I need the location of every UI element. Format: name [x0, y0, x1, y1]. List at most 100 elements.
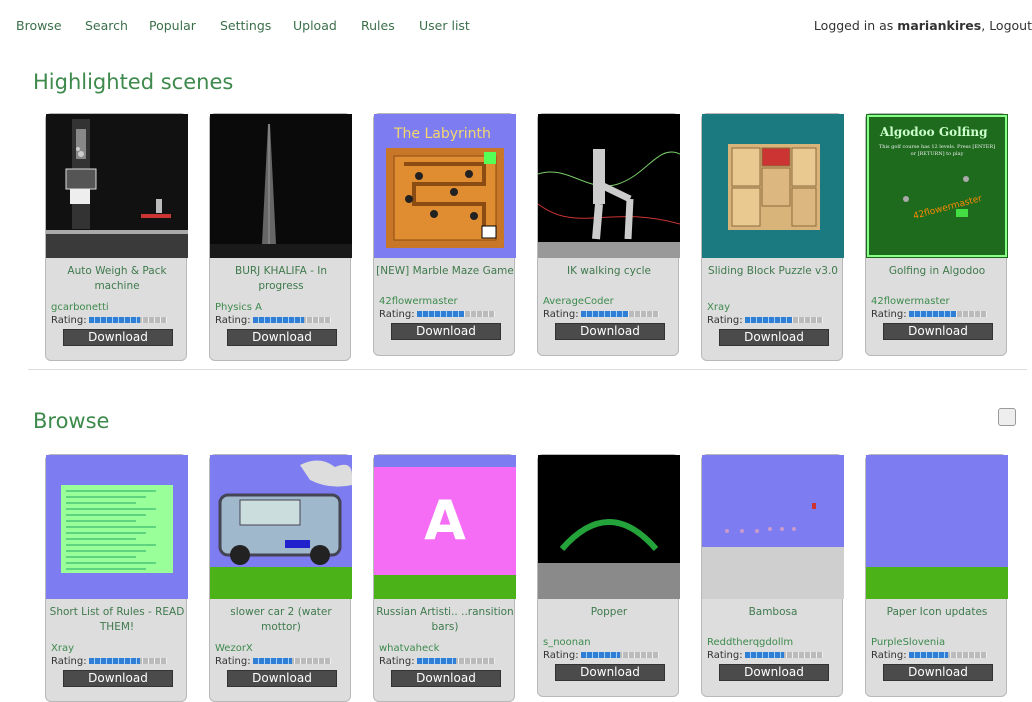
scene-author-link[interactable]: PurpleSlovenia	[871, 637, 945, 648]
highlighted-scene-card[interactable]: Sliding Block Puzzle v3.0 Xray Rating: Down…	[701, 113, 844, 361]
highlighted-scene-card[interactable]: BURJ KHALIFA - In progress Physics A Ratin…	[209, 113, 352, 361]
scene-title-link[interactable]: Paper Icon updates	[868, 605, 1006, 620]
nav-upload[interactable]: Upload	[293, 18, 337, 33]
rating-bar[interactable]	[744, 652, 823, 658]
rating-bar[interactable]	[744, 317, 823, 323]
scene-author-link[interactable]: 42flowermaster	[379, 296, 458, 307]
rating-bar[interactable]	[416, 311, 495, 317]
rating-bar-fill	[88, 317, 140, 323]
download-button[interactable]: Download	[227, 329, 337, 346]
download-button[interactable]: Download	[63, 670, 173, 687]
nav-popular[interactable]: Popular	[149, 18, 196, 33]
rating-label: Rating:	[51, 656, 87, 667]
download-button[interactable]: Download	[391, 323, 501, 340]
nav-search[interactable]: Search	[85, 18, 128, 33]
scene-title-link[interactable]: Bambosa	[704, 605, 842, 620]
scene-title-link[interactable]: Sliding Block Puzzle v3.0	[704, 264, 842, 279]
highlighted-scene-card[interactable]: Auto Weigh & Pack machine gcarbonetti Rati…	[45, 113, 188, 361]
top-navigation: Browse Search Popular Settings Upload Ru…	[0, 0, 1032, 50]
logout-link[interactable]: Logout	[989, 18, 1032, 33]
rating-bar[interactable]	[252, 317, 331, 323]
rating-bar-fill	[88, 658, 140, 664]
nav-settings[interactable]: Settings	[220, 18, 271, 33]
scene-author-link[interactable]: Reddtherqgdollm	[707, 637, 793, 648]
download-button[interactable]: Download	[63, 329, 173, 346]
nav-user-list[interactable]: User list	[419, 18, 470, 33]
scene-author-link[interactable]: 42flowermaster	[871, 296, 950, 307]
browse-checkbox[interactable]	[998, 408, 1016, 426]
login-prefix: Logged in as	[813, 18, 898, 33]
download-button[interactable]: Download	[719, 664, 829, 681]
rating-label: Rating:	[871, 309, 907, 320]
scene-title-link[interactable]: Popper	[540, 605, 678, 620]
scene-rating: Rating:	[379, 656, 495, 667]
download-button[interactable]: Download	[391, 670, 501, 687]
scene-thumbnail[interactable]	[210, 114, 352, 258]
rating-bar[interactable]	[580, 311, 659, 317]
rating-bar-fill	[908, 652, 948, 658]
scene-thumbnail[interactable]	[866, 455, 1008, 599]
scene-title-link[interactable]: [NEW] Marble Maze Game	[376, 264, 514, 279]
maze-thumb-title: The Labyrinth	[393, 126, 491, 142]
scene-author-link[interactable]: s_noonan	[543, 637, 591, 648]
scene-thumbnail[interactable]: Algodoo Golfing This golf course has 12 …	[866, 114, 1008, 258]
scene-title-link[interactable]: Russian Artisti.. ..ransition bars)	[376, 605, 514, 635]
nav-rules[interactable]: Rules	[361, 18, 395, 33]
scene-rating: Rating:	[51, 656, 167, 667]
scene-author-link[interactable]: AverageCoder	[543, 296, 614, 307]
download-button[interactable]: Download	[555, 664, 665, 681]
scene-author-link[interactable]: Physics A	[215, 302, 262, 313]
rating-bar-fill	[252, 317, 304, 323]
rating-bar-fill	[416, 311, 464, 317]
browse-scene-card[interactable]: slower car 2 (water mottor) WezorX Rating:…	[209, 454, 352, 702]
rating-bar[interactable]	[580, 652, 659, 658]
username-link[interactable]: mariankires	[897, 18, 981, 33]
scene-thumbnail[interactable]: A	[374, 455, 516, 599]
scene-author-link[interactable]: Xray	[51, 643, 74, 654]
scene-rating: Rating:	[871, 650, 987, 661]
browse-scene-card[interactable]: Popper s_noonan Rating: Download	[537, 454, 680, 697]
scene-thumbnail[interactable]: The Labyrinth	[374, 114, 516, 258]
scene-title-link[interactable]: BURJ KHALIFA - In progress	[212, 264, 350, 294]
download-button[interactable]: Download	[883, 664, 993, 681]
rating-label: Rating:	[707, 315, 743, 326]
download-button[interactable]: Download	[227, 670, 337, 687]
scene-rating: Rating:	[215, 315, 331, 326]
rating-bar[interactable]	[252, 658, 331, 664]
scene-thumbnail[interactable]	[46, 455, 188, 599]
section-divider	[28, 369, 1027, 370]
rating-bar[interactable]	[88, 658, 167, 664]
scene-thumbnail[interactable]	[46, 114, 188, 258]
scene-author-link[interactable]: WezorX	[215, 643, 253, 654]
scene-rating: Rating:	[51, 315, 167, 326]
scene-thumbnail[interactable]	[702, 455, 844, 599]
browse-scene-card[interactable]: Bambosa Reddtherqgdollm Rating: Download	[701, 454, 844, 697]
scene-thumbnail[interactable]	[702, 114, 844, 258]
scene-title-link[interactable]: Short List of Rules - READ THEM!	[48, 605, 186, 635]
download-button[interactable]: Download	[555, 323, 665, 340]
rating-bar[interactable]	[908, 311, 987, 317]
nav-browse[interactable]: Browse	[16, 18, 62, 33]
scene-author-link[interactable]: Xray	[707, 302, 730, 313]
highlighted-scene-card[interactable]: IK walking cycle AverageCoder Rating: Downl…	[537, 113, 680, 356]
scene-author-link[interactable]: whatvaheck	[379, 643, 439, 654]
browse-scene-card[interactable]: Paper Icon updates PurpleSlovenia Rating: D…	[865, 454, 1008, 697]
browse-scene-card[interactable]: Short List of Rules - READ THEM! Xray Rati…	[45, 454, 188, 702]
scene-title-link[interactable]: slower car 2 (water mottor)	[212, 605, 350, 635]
scene-thumbnail[interactable]	[538, 114, 680, 258]
rating-bar-fill	[744, 317, 792, 323]
download-button[interactable]: Download	[883, 323, 993, 340]
download-button[interactable]: Download	[719, 329, 829, 346]
scene-title-link[interactable]: Auto Weigh & Pack machine	[48, 264, 186, 294]
scene-thumbnail[interactable]	[538, 455, 680, 599]
rating-bar[interactable]	[88, 317, 167, 323]
rating-bar[interactable]	[416, 658, 495, 664]
highlighted-scene-card[interactable]: The Labyrinth [NEW] Marble Maze Game 42fl…	[373, 113, 516, 356]
scene-title-link[interactable]: IK walking cycle	[540, 264, 678, 279]
scene-title-link[interactable]: Golfing in Algodoo	[868, 264, 1006, 279]
rating-bar[interactable]	[908, 652, 987, 658]
scene-author-link[interactable]: gcarbonetti	[51, 302, 109, 313]
scene-thumbnail[interactable]	[210, 455, 352, 599]
highlighted-scene-card[interactable]: Algodoo Golfing This golf course has 12 …	[865, 113, 1008, 356]
browse-scene-card[interactable]: A Russian Artisti.. ..ransition bars) wha…	[373, 454, 516, 702]
